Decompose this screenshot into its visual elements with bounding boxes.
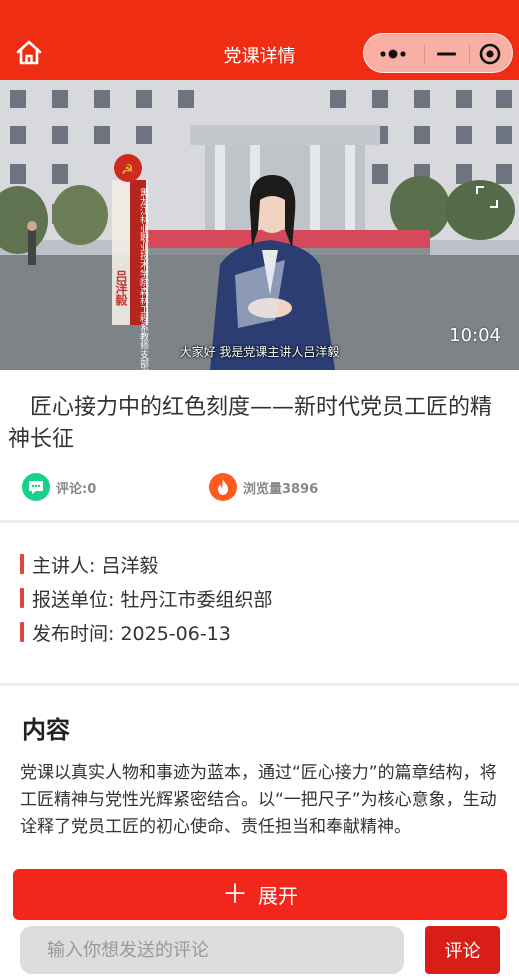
comment-count: 评论:0 [22, 472, 96, 502]
svg-text:☭: ☭ [121, 162, 134, 178]
speaker-text: 主讲人: 吕洋毅 [32, 554, 159, 577]
target-close-icon [479, 43, 501, 65]
close-button[interactable] [469, 34, 514, 74]
comment-count-label: 评论:0 [56, 481, 97, 497]
fullscreen-icon [476, 186, 498, 208]
video-subtitle: 大家好 我是党课主讲人吕洋毅 [179, 345, 340, 359]
view-count: 浏览量3896 [209, 472, 318, 502]
video-frame: ☭ [0, 80, 519, 370]
more-button[interactable] [364, 34, 424, 74]
plus-icon: ＋ [221, 879, 248, 910]
accent-bar [20, 554, 24, 574]
expand-label: 展开 [258, 884, 298, 908]
accent-bar [20, 622, 24, 642]
more-dots-icon [380, 49, 406, 59]
video-player[interactable]: ☭ 吕洋毅 [0, 80, 519, 370]
fullscreen-button[interactable] [474, 184, 500, 210]
speaker-row: 主讲人: 吕洋毅 [20, 553, 159, 577]
content-heading: 内容 [22, 716, 70, 744]
section-divider [0, 520, 519, 523]
content-text: 党课以真实人物和事迹为蓝本，通过“匠心接力”的篇章结构，将工匠精神与党性光辉紧密… [20, 763, 497, 837]
fire-icon [209, 473, 237, 501]
unit-row: 报送单位: 牡丹江市委组织部 [20, 587, 273, 611]
minimize-button[interactable] [424, 34, 469, 74]
article-title: 匠心接力中的红色刻度——新时代党员工匠的精神长征 [8, 395, 493, 452]
comment-icon [22, 473, 50, 501]
speaker-name-sign: 吕洋毅 [114, 270, 128, 306]
comment-submit-button[interactable]: 评论 [425, 926, 500, 974]
date-row: 发布时间: 2025-06-13 [20, 621, 231, 645]
date-text: 发布时间: 2025-06-13 [32, 622, 231, 645]
comment-input[interactable] [20, 926, 404, 974]
mini-program-capsule [363, 33, 513, 73]
unit-text: 报送单位: 牡丹江市委组织部 [32, 588, 273, 611]
header-bar: 党课详情 [0, 0, 519, 80]
minimize-icon [437, 52, 456, 56]
accent-bar [20, 588, 24, 608]
section-divider [0, 683, 519, 686]
expand-button[interactable]: ＋ 展开 [13, 869, 507, 920]
view-count-label: 浏览量3896 [243, 481, 319, 497]
